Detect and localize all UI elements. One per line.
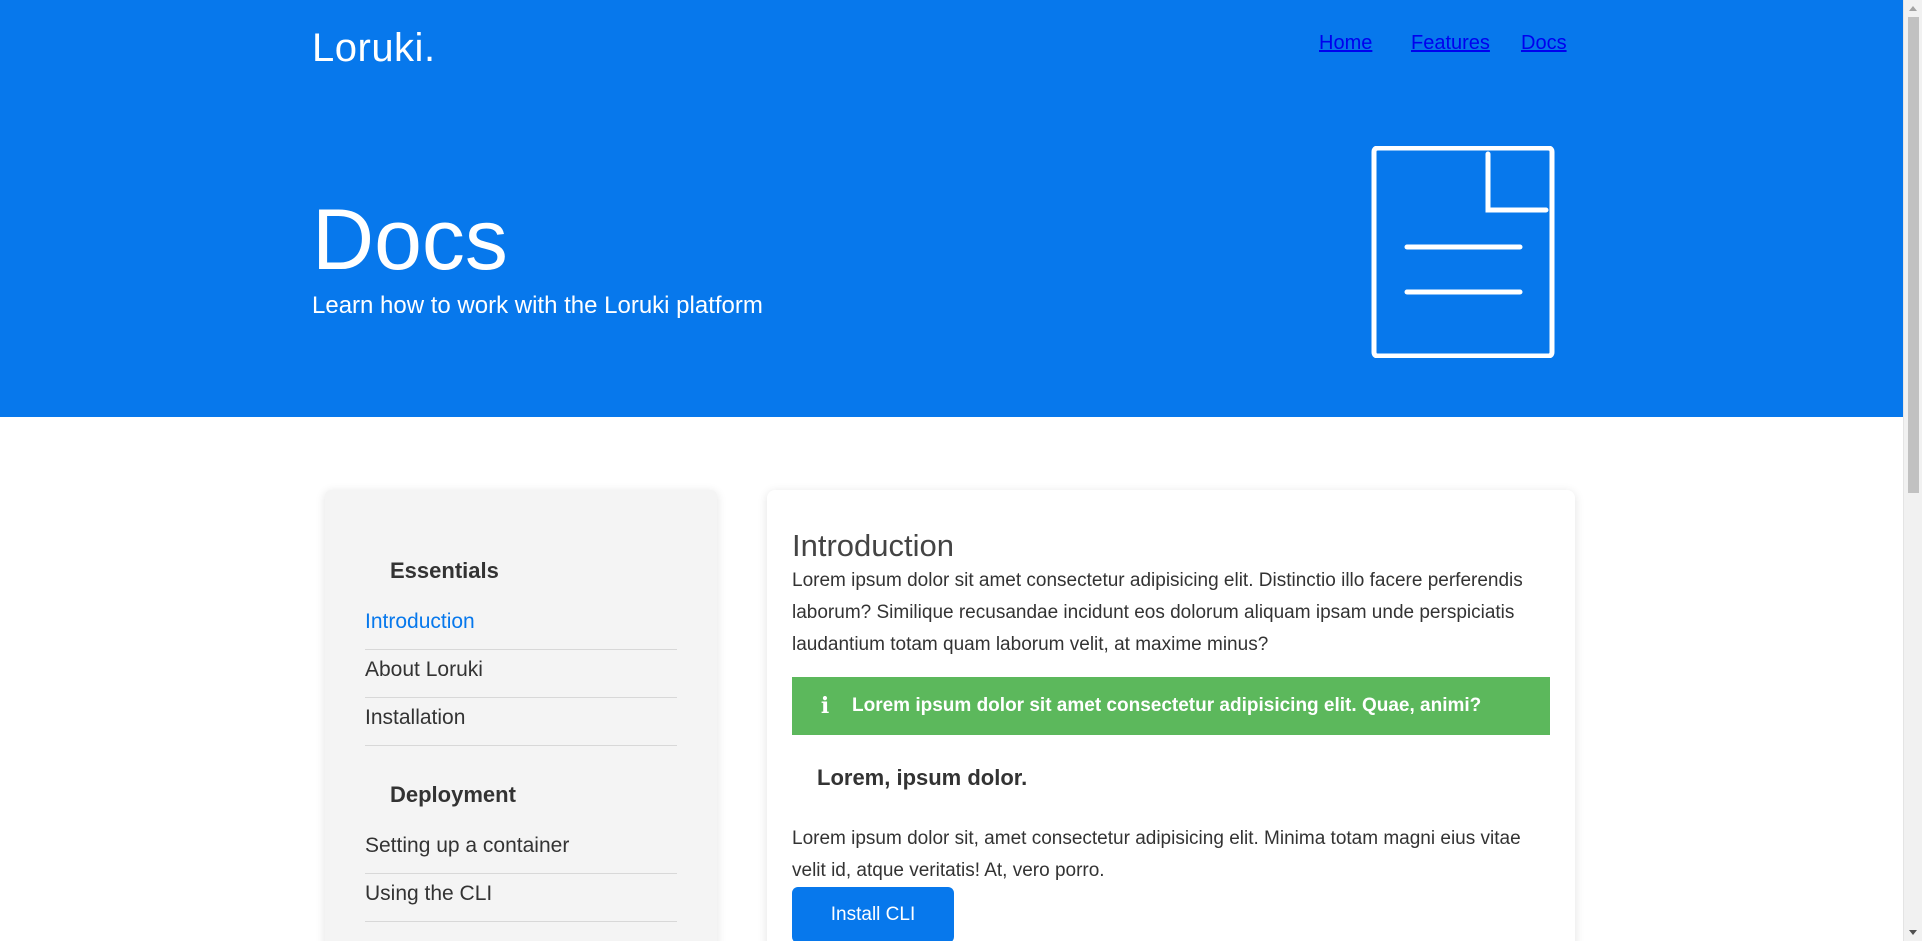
hero-header: Loruki. Home Features Docs Docs Learn ho… [0, 0, 1903, 417]
sidebar-link-installation[interactable]: Installation [365, 698, 677, 746]
brand-logo[interactable]: Loruki. [312, 26, 436, 71]
install-cli-button[interactable]: Install CLI [792, 887, 954, 941]
nav-features[interactable]: Features [1411, 32, 1490, 55]
intro-paragraph: Lorem ipsum dolor sit amet consectetur a… [792, 570, 1523, 655]
page-subtitle: Learn how to work with the Loruki platfo… [312, 292, 763, 319]
page-viewport: Loruki. Home Features Docs Docs Learn ho… [0, 0, 1903, 941]
sidebar-link-container[interactable]: Setting up a container [365, 826, 677, 874]
success-alert: i Lorem ipsum dolor sit amet consectetur… [792, 677, 1550, 735]
sidebar-heading-essentials: Essentials [390, 558, 499, 583]
sidebar-link-about[interactable]: About Loruki [365, 650, 677, 698]
nav-docs[interactable]: Docs [1521, 32, 1567, 55]
info-icon: i [820, 693, 830, 719]
scroll-down-icon[interactable] [1909, 930, 1917, 935]
sidebar-link-cli[interactable]: Using the CLI [365, 874, 677, 922]
second-paragraph: Lorem ipsum dolor sit, amet consectetur … [792, 828, 1521, 881]
content-subheading: Lorem, ipsum dolor. [817, 765, 1028, 790]
content-title: Introduction [792, 528, 954, 563]
scrollbar-thumb[interactable] [1908, 17, 1919, 493]
scroll-up-icon[interactable] [1909, 6, 1917, 11]
sidebar-heading-deployment: Deployment [390, 782, 516, 807]
vertical-scrollbar[interactable] [1903, 0, 1922, 941]
sidebar-link-introduction[interactable]: Introduction [365, 602, 677, 650]
alert-text: Lorem ipsum dolor sit amet consectetur a… [852, 695, 1482, 716]
document-icon [1371, 146, 1555, 358]
nav-home[interactable]: Home [1319, 32, 1372, 55]
page-title: Docs [312, 192, 508, 288]
docs-sidebar: Essentials Introduction About Loruki Ins… [325, 490, 717, 941]
docs-content-card: Introduction Lorem ipsum dolor sit amet … [767, 490, 1575, 941]
